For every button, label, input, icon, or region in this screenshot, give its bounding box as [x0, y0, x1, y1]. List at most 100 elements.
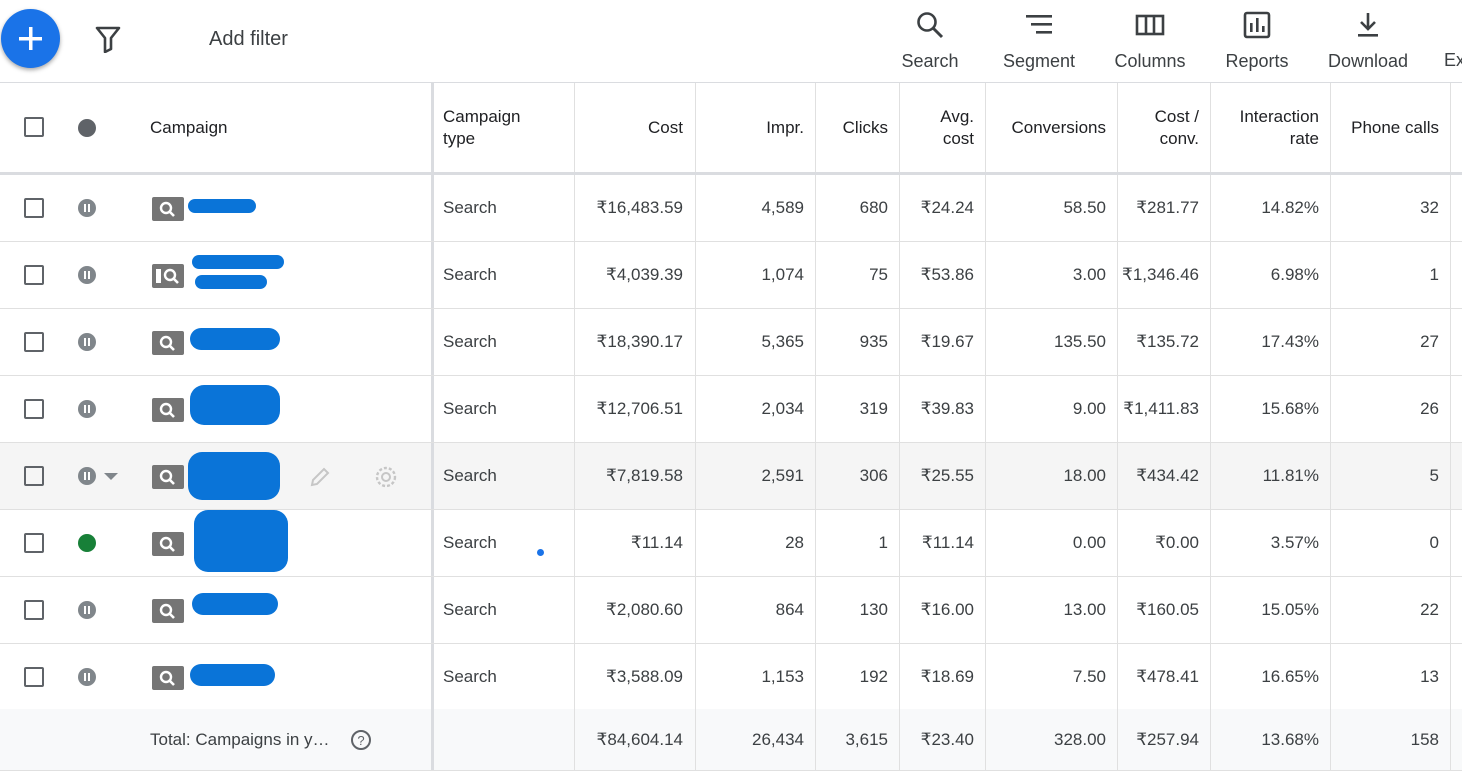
- interaction-rate-cell: 15.68%: [1261, 399, 1319, 418]
- table-row[interactable]: Search ₹18,390.17 5,365 935 ₹19.67 135.50 ₹135…: [0, 309, 1462, 376]
- cost-cell: ₹18,390.17: [596, 332, 683, 351]
- header-avg-cost[interactable]: Avg. cost: [900, 83, 986, 172]
- total-clicks: 3,615: [845, 729, 888, 749]
- filter-icon[interactable]: [94, 25, 122, 53]
- search-tool-label: Search: [901, 51, 959, 71]
- paused-status-icon[interactable]: [78, 266, 96, 284]
- redacted-campaign-name[interactable]: [194, 510, 288, 572]
- impr-cell: 2,034: [761, 399, 804, 418]
- row-checkbox[interactable]: [24, 600, 44, 620]
- paused-status-icon[interactable]: [78, 601, 96, 619]
- header-cost-per-conv-line1: Cost /: [1154, 106, 1199, 126]
- header-conversions[interactable]: Conversions: [986, 83, 1118, 172]
- header-campaign[interactable]: Campaign: [150, 83, 430, 172]
- cost-conv-cell: ₹478.41: [1136, 667, 1199, 686]
- segment-tool-label: Segment: [1002, 51, 1076, 71]
- phone-calls-cell: 0: [1429, 533, 1439, 552]
- cost-conv-cell: ₹1,411.83: [1123, 399, 1199, 418]
- conversions-cell: 135.50: [1054, 332, 1106, 351]
- total-impr: 26,434: [752, 729, 804, 749]
- paused-status-icon[interactable]: [78, 467, 96, 485]
- phone-calls-cell: 5: [1429, 466, 1439, 485]
- table-row[interactable]: Search ₹3,588.09 1,153 192 ₹18.69 7.50 ₹478.41…: [0, 644, 1462, 711]
- segment-tool-button[interactable]: Segment: [995, 10, 1083, 74]
- header-campaign-type-line2: type: [443, 128, 476, 148]
- conversions-cell: 3.00: [1072, 265, 1106, 284]
- svg-text:?: ?: [357, 733, 364, 748]
- clicks-cell: 192: [859, 667, 888, 686]
- expand-tool-label[interactable]: Ex: [1444, 50, 1462, 71]
- header-phone-calls[interactable]: Phone calls: [1331, 83, 1451, 172]
- cost-cell: ₹16,483.59: [596, 198, 683, 217]
- redacted-campaign-name[interactable]: [192, 255, 284, 269]
- paused-status-icon[interactable]: [78, 668, 96, 686]
- header-cost-per-conv-line2: conv.: [1159, 128, 1199, 148]
- cost-cell: ₹3,588.09: [606, 667, 683, 686]
- row-checkbox[interactable]: [24, 399, 44, 419]
- settings-gear-icon[interactable]: [372, 463, 400, 491]
- clicks-cell: 935: [859, 332, 888, 351]
- download-tool-label: Download: [1327, 51, 1409, 71]
- row-checkbox[interactable]: [24, 466, 44, 486]
- table-row[interactable]: Search ₹12,706.51 2,034 319 ₹39.83 9.00 ₹1,411…: [0, 376, 1462, 443]
- help-icon[interactable]: ?: [350, 729, 372, 751]
- table-row[interactable]: Search ₹7,819.58 2,591 306 ₹25.55 18.00 ₹434.4…: [0, 443, 1462, 510]
- redacted-campaign-name[interactable]: [190, 385, 280, 425]
- phone-calls-cell: 32: [1420, 198, 1439, 217]
- table-row[interactable]: Search ₹11.14 28 1 ₹11.14 0.00 ₹0.00 3.57% 0: [0, 510, 1462, 577]
- redacted-campaign-name[interactable]: [188, 452, 280, 500]
- redacted-campaign-name[interactable]: [195, 275, 267, 289]
- header-clicks[interactable]: Clicks: [816, 83, 900, 172]
- paused-status-icon[interactable]: [78, 400, 96, 418]
- avg-cost-cell: ₹18.69: [920, 667, 974, 686]
- search-campaign-type-icon: [152, 264, 184, 288]
- row-checkbox[interactable]: [24, 667, 44, 687]
- paused-status-icon[interactable]: [78, 199, 96, 217]
- download-tool-button[interactable]: Download: [1320, 10, 1416, 74]
- table-row[interactable]: Search ₹16,483.59 4,589 680 ₹24.24 58.50 ₹281.…: [0, 175, 1462, 242]
- interaction-rate-cell: 11.81%: [1262, 466, 1319, 485]
- impr-cell: 1,153: [761, 667, 804, 686]
- campaign-type-cell: Search: [443, 399, 497, 418]
- row-checkbox[interactable]: [24, 533, 44, 553]
- add-filter-button[interactable]: Add filter: [209, 28, 288, 51]
- reports-tool-button[interactable]: Reports: [1218, 10, 1296, 74]
- table-row[interactable]: Search ₹4,039.39 1,074 75 ₹53.86 3.00 ₹1,346.4…: [0, 242, 1462, 309]
- redacted-campaign-name[interactable]: [190, 664, 275, 686]
- table-total-row: Total: Campaigns in y… ? ₹84,604.14 26,4…: [0, 709, 1462, 771]
- download-icon: [1358, 13, 1378, 37]
- cost-cell: ₹2,080.60: [606, 600, 683, 619]
- cost-cell: ₹4,039.39: [606, 265, 683, 284]
- header-impr[interactable]: Impr.: [696, 83, 816, 172]
- header-interaction-rate[interactable]: Interaction rate: [1211, 83, 1331, 172]
- status-header-icon[interactable]: [78, 119, 96, 137]
- cost-conv-cell: ₹135.72: [1136, 332, 1199, 351]
- row-checkbox[interactable]: [24, 332, 44, 352]
- create-button[interactable]: [1, 9, 60, 68]
- paused-status-icon[interactable]: [78, 333, 96, 351]
- select-all-checkbox[interactable]: [24, 117, 44, 137]
- redacted-campaign-name[interactable]: [190, 328, 280, 350]
- redacted-campaign-name[interactable]: [188, 199, 256, 213]
- columns-tool-button[interactable]: Columns: [1107, 10, 1193, 74]
- interaction-rate-cell: 14.82%: [1261, 198, 1319, 217]
- header-cost[interactable]: Cost: [575, 83, 695, 172]
- header-campaign-type[interactable]: Campaign type: [443, 83, 573, 172]
- row-checkbox[interactable]: [24, 198, 44, 218]
- enabled-status-icon[interactable]: [78, 534, 96, 552]
- row-checkbox[interactable]: [24, 265, 44, 285]
- interaction-rate-cell: 16.65%: [1261, 667, 1319, 686]
- interaction-rate-cell: 17.43%: [1261, 332, 1319, 351]
- table-row[interactable]: Search ₹2,080.60 864 130 ₹16.00 13.00 ₹160.05 1…: [0, 577, 1462, 644]
- search-tool-button[interactable]: Search: [895, 10, 965, 74]
- notification-dot: [537, 549, 544, 556]
- redacted-campaign-name[interactable]: [192, 593, 278, 615]
- header-cost-per-conv[interactable]: Cost / conv.: [1118, 83, 1211, 172]
- cost-conv-cell: ₹160.05: [1136, 600, 1199, 619]
- status-dropdown-icon[interactable]: [104, 473, 118, 480]
- conversions-cell: 9.00: [1072, 399, 1106, 418]
- search-campaign-type-icon: [152, 465, 184, 489]
- edit-icon[interactable]: [308, 465, 332, 489]
- search-icon: [917, 12, 944, 39]
- avg-cost-cell: ₹24.24: [920, 198, 974, 217]
